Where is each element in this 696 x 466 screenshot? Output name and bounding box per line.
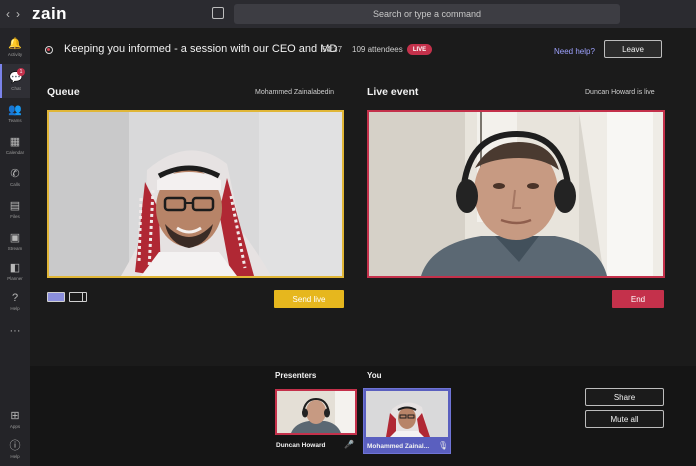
presenter-thumbnail[interactable]: Duncan Howard 🎤: [274, 388, 358, 454]
you-name: Mohammed Zainal...: [367, 443, 430, 450]
presenters-title: Presenters: [275, 371, 317, 380]
presenter-video-feed: [277, 391, 355, 433]
rail-item-label: Calls: [9, 181, 20, 187]
unread-badge: 1: [17, 68, 25, 76]
rail-item-label: Calendar: [5, 149, 25, 155]
need-help-link[interactable]: Need help?: [554, 47, 595, 56]
leave-button[interactable]: Leave: [604, 40, 662, 58]
app-logo: zain: [32, 4, 68, 23]
participants-strip: Presenters You Duncan Howard 🎤 Mohammed …: [30, 366, 696, 466]
teams-icon: 👥: [8, 103, 22, 116]
queue-video-feed: [49, 112, 342, 276]
rail-item-calls[interactable]: ✆ Calls: [0, 160, 30, 194]
end-button[interactable]: End: [612, 290, 664, 308]
queue-video[interactable]: [47, 110, 344, 278]
rail-item-label: Files: [10, 213, 20, 219]
file-icon: ▤: [9, 199, 21, 212]
layout-single-button[interactable]: [47, 292, 65, 302]
rail-item-label: Teams: [8, 117, 22, 123]
microphone-icon[interactable]: 🎤: [344, 440, 354, 449]
calendar-icon: ▦: [9, 135, 21, 148]
you-thumbnail[interactable]: Mohammed Zainal... 🎙: [363, 388, 451, 454]
phone-icon: ✆: [10, 167, 20, 180]
rail-item-calendar[interactable]: ▦ Calendar: [0, 128, 30, 162]
planner-icon: ◧: [9, 261, 21, 274]
help-icon: ?: [11, 291, 19, 304]
rail-item-help[interactable]: ? Help: [0, 284, 30, 318]
live-video-feed: [369, 112, 663, 276]
forward-icon[interactable]: ›: [16, 7, 20, 21]
bell-icon: 🔔: [8, 37, 22, 50]
rail-item-label: Help: [10, 305, 20, 311]
layout-side-by-side-button[interactable]: [69, 292, 87, 302]
event-title: Keeping you informed - a session with ou…: [64, 43, 338, 55]
rail-item-chat[interactable]: 💬 Chat 1: [0, 64, 30, 98]
rail-item-help-bottom[interactable]: ⓘ Help: [0, 432, 30, 466]
rail-item-label: Help: [10, 453, 20, 459]
rail-item-label: Activity: [7, 51, 23, 57]
recording-icon: [45, 46, 53, 54]
you-video: [366, 391, 448, 437]
rail-item-stream[interactable]: ▣ Stream: [0, 224, 30, 258]
title-bar: ‹ › zain Search or type a command: [0, 0, 696, 28]
presenter-name: Duncan Howard: [276, 442, 326, 449]
search-input[interactable]: Search or type a command: [234, 4, 620, 24]
rail-item-planner[interactable]: ◧ Planner: [0, 254, 30, 288]
rail-item-more[interactable]: ···: [0, 314, 30, 348]
back-icon[interactable]: ‹: [6, 7, 10, 21]
rail-item-teams[interactable]: 👥 Teams: [0, 96, 30, 130]
app-rail: 🔔 Activity 💬 Chat 1 👥 Teams ▦ Calendar ✆…: [0, 28, 30, 466]
apps-icon: ⊞: [10, 409, 20, 422]
attendee-count: 109 attendees: [352, 45, 403, 54]
rail-item-label: Planner: [7, 275, 23, 281]
mute-all-button[interactable]: Mute all: [585, 410, 664, 428]
stream-icon: ▣: [9, 231, 21, 244]
rail-item-apps[interactable]: ⊞ Apps: [0, 402, 30, 436]
rail-item-label: Chat: [11, 85, 21, 91]
queue-presenter-name: Mohammed Zainalabedin: [255, 89, 334, 96]
event-header: Keeping you informed - a session with ou…: [30, 28, 696, 72]
live-badge: LIVE: [407, 44, 432, 55]
microphone-muted-icon[interactable]: 🎙: [438, 441, 448, 450]
rail-item-label: Apps: [9, 423, 21, 429]
live-status: Duncan Howard is live: [585, 89, 655, 96]
event-duration: 54:37: [322, 45, 343, 54]
live-event-producer: Keeping you informed - a session with ou…: [30, 28, 696, 366]
presenter-video: [275, 389, 357, 435]
you-video-feed: [366, 391, 448, 437]
share-button[interactable]: Share: [585, 388, 664, 406]
queue-title: Queue: [47, 86, 80, 98]
send-live-button[interactable]: Send live: [274, 290, 344, 308]
live-event-video[interactable]: [367, 110, 665, 278]
search-placeholder: Search or type a command: [372, 9, 482, 19]
you-title: You: [367, 371, 382, 380]
live-event-title: Live event: [367, 86, 419, 98]
compose-icon[interactable]: [212, 7, 224, 19]
rail-item-files[interactable]: ▤ Files: [0, 192, 30, 226]
rail-item-activity[interactable]: 🔔 Activity: [0, 30, 30, 64]
help-circle-icon: ⓘ: [9, 439, 21, 452]
rail-item-label: Stream: [7, 245, 23, 251]
more-icon: ···: [9, 325, 21, 337]
